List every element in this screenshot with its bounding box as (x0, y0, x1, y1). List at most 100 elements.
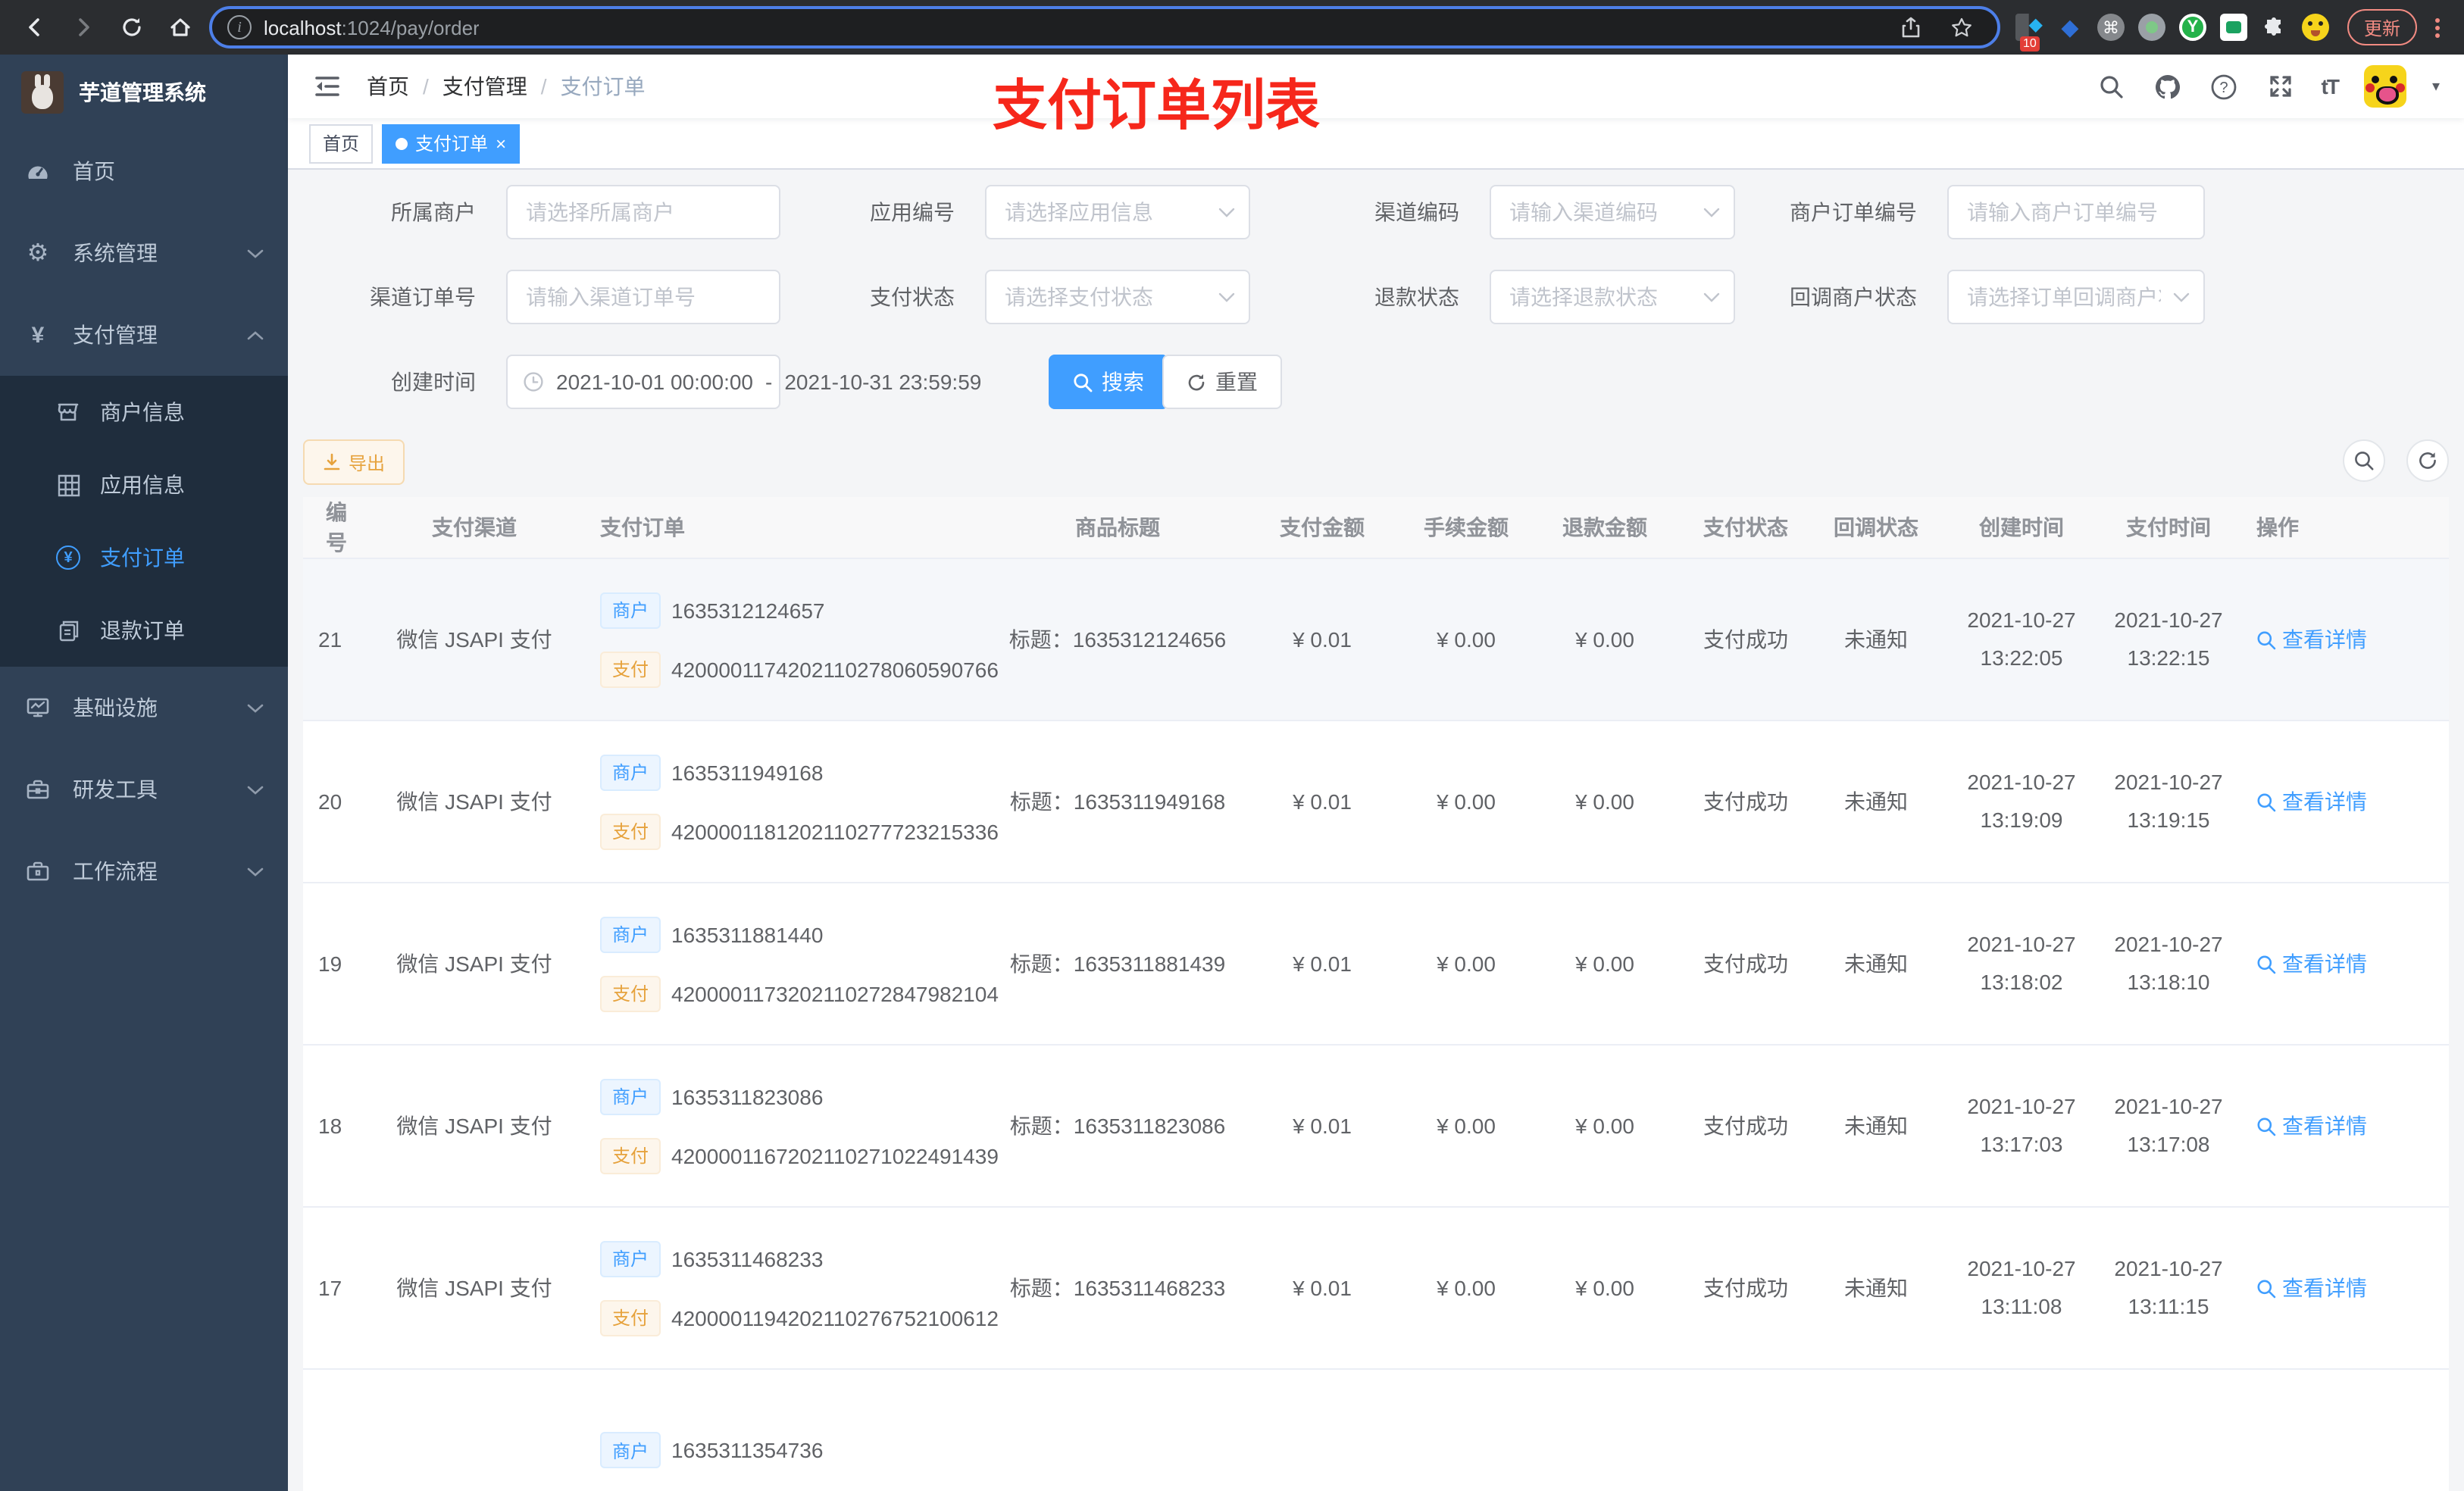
view-details-link[interactable]: 查看详情 (2256, 786, 2367, 817)
filter-row-1: 所属商户 应用编号 渠道编码 商户订单编号 (303, 185, 2449, 239)
merchant-order-no-input[interactable] (1964, 198, 2188, 226)
pay-status-select[interactable] (1002, 283, 1234, 311)
sidebar-item-dev-tools[interactable]: 研发工具 (0, 749, 288, 830)
filter-merchant: 所属商户 (303, 185, 780, 239)
merchant-tag: 商户 (600, 1078, 661, 1114)
browser-menu-icon[interactable] (2426, 17, 2449, 37)
sidebar-item-pay-order[interactable]: 支付订单 (0, 521, 288, 594)
extension-icon[interactable] (2219, 14, 2247, 41)
fullscreen-icon[interactable] (2265, 71, 2296, 102)
home-icon[interactable] (161, 8, 200, 47)
sidebar-item-label: 支付管理 (73, 323, 158, 347)
extension-icon[interactable]: ⌘ (2097, 14, 2125, 41)
sidebar-item-refund-order[interactable]: 退款订单 (0, 594, 288, 667)
clock-icon (523, 371, 544, 392)
date-range-input[interactable]: 2021-10-01 00:00:00 - 2021-10-31 23:59:5… (506, 355, 981, 409)
filter-row-2: 渠道订单号 支付状态 退款状态 回调商户状态 (303, 270, 2449, 324)
view-details-link[interactable]: 查看详情 (2256, 624, 2367, 655)
reset-button[interactable]: 重置 (1162, 355, 1282, 409)
extension-icon[interactable]: ◆ (2056, 14, 2084, 41)
search-button[interactable]: 搜索 (1049, 355, 1168, 409)
pay-order-no: 4200001174202110278060590766 (671, 657, 999, 681)
extension-icon[interactable] (2137, 14, 2165, 41)
sidebar-item-label: 系统管理 (73, 241, 158, 265)
sidebar-item-system[interactable]: 系统管理 (0, 212, 288, 294)
address-bar[interactable]: i localhost:1024/pay/order (209, 6, 2000, 48)
callback-status-select[interactable] (1964, 283, 2188, 311)
view-details-link[interactable]: 查看详情 (2256, 1273, 2367, 1303)
sidebar-toggle-icon[interactable] (312, 71, 342, 102)
filter-channel-code: 渠道编码 (1303, 185, 1735, 239)
sidebar-menu: 首页 系统管理 支付管理 (0, 130, 288, 1491)
help-icon[interactable]: ? (2209, 71, 2240, 102)
extensions-puzzle-icon[interactable] (2261, 14, 2288, 41)
table-row: 20 微信 JSAPI 支付 商户 1635311949168 支付 4200001… (303, 721, 2449, 883)
back-icon[interactable] (15, 8, 55, 47)
filter-refund-status: 退款状态 (1303, 270, 1735, 324)
browser-toolbar: i localhost:1024/pay/order ◆ 10 ◆ ⌘ Y 更新 (0, 0, 2464, 55)
header-search-icon[interactable] (2097, 71, 2128, 102)
logo-image (21, 71, 64, 114)
chevron-down-icon (247, 248, 264, 258)
forward-icon[interactable] (64, 8, 103, 47)
share-icon[interactable] (1891, 8, 1931, 47)
sidebar-item-workflow[interactable]: 工作流程 (0, 830, 288, 912)
extension-icon[interactable]: ◆ 10 (2015, 14, 2043, 52)
pay-order-no: 4200001167202110271022491439 (671, 1143, 999, 1167)
refresh-button[interactable] (2406, 439, 2449, 482)
sidebar-item-label: 应用信息 (100, 473, 185, 497)
browser-update-button[interactable]: 更新 (2347, 9, 2417, 45)
pay-order-no: 4200001194202110276752100612 (671, 1305, 999, 1330)
view-details-link[interactable]: 查看详情 (2256, 1111, 2367, 1141)
table-row: 21 微信 JSAPI 支付 商户 1635312124657 支付 4200001… (303, 559, 2449, 721)
table-row: 17 微信 JSAPI 支付 商户 1635311468233 支付 4200001… (303, 1208, 2449, 1370)
extensions-tray: ◆ 10 ◆ ⌘ Y (2015, 14, 2329, 52)
filter-row-3: 创建时间 2021-10-01 00:00:00 - 2021-10-31 23… (303, 355, 2449, 409)
sidebar-item-payment[interactable]: 支付管理 (0, 294, 288, 376)
view-details-link[interactable]: 查看详情 (2256, 949, 2367, 979)
sidebar-item-home[interactable]: 首页 (0, 130, 288, 212)
bookmark-star-icon[interactable] (1943, 8, 1982, 47)
grid-icon (55, 474, 82, 496)
toggle-search-button[interactable] (2343, 439, 2385, 482)
profile-avatar-icon[interactable] (2301, 14, 2329, 41)
sidebar-item-label: 退款订单 (100, 618, 185, 642)
avatar-caret-icon[interactable]: ▾ (2432, 78, 2440, 95)
page-content: 所属商户 应用编号 渠道编码 商户订单编号 (288, 170, 2464, 1491)
app-select[interactable] (1002, 198, 1234, 226)
breadcrumb-home[interactable]: 首页 (367, 71, 409, 102)
dashboard-icon (24, 159, 52, 183)
table-toolbar: 导出 (303, 439, 2449, 485)
reload-icon[interactable] (112, 8, 152, 47)
channel-order-no-input[interactable] (523, 283, 764, 311)
sidebar-item-label: 工作流程 (73, 859, 158, 883)
merchant-order-no: 1635311881440 (671, 922, 824, 946)
pay-order-no: 4200001173202110272847982104 (671, 981, 999, 1005)
export-button[interactable]: 导出 (303, 439, 405, 485)
user-avatar[interactable] (2363, 65, 2406, 108)
app-logo[interactable]: 芋道管理系统 (0, 55, 288, 130)
refund-status-select[interactable] (1506, 283, 1718, 311)
briefcase-icon (24, 859, 52, 883)
site-info-icon[interactable]: i (227, 15, 252, 39)
merchant-order-no: 1635311468233 (671, 1246, 824, 1271)
gear-icon (24, 238, 52, 268)
pay-tag: 支付 (600, 1137, 661, 1174)
extension-icon[interactable]: Y (2178, 14, 2206, 41)
breadcrumb-payment[interactable]: 支付管理 (442, 71, 527, 102)
tag-pay-order[interactable]: 支付订单 × (382, 123, 521, 163)
sidebar-item-infra[interactable]: 基础设施 (0, 667, 288, 749)
sidebar-item-label: 支付订单 (100, 545, 185, 570)
channel-code-select[interactable] (1506, 198, 1718, 226)
table-row: 商户 1635311354736 (303, 1370, 2449, 1491)
pay-order-no: 4200001181202110277723215336 (671, 819, 999, 843)
yen-circle-icon (55, 545, 82, 570)
github-icon[interactable] (2153, 71, 2184, 102)
breadcrumb: 首页 / 支付管理 / 支付订单 (367, 71, 646, 102)
sidebar-item-merchant-info[interactable]: 商户信息 (0, 376, 288, 449)
close-icon[interactable]: × (496, 134, 506, 152)
merchant-input[interactable] (523, 198, 764, 226)
font-size-icon[interactable]: tT (2322, 74, 2340, 98)
sidebar-item-app-info[interactable]: 应用信息 (0, 449, 288, 521)
tag-home[interactable]: 首页 (309, 123, 374, 163)
